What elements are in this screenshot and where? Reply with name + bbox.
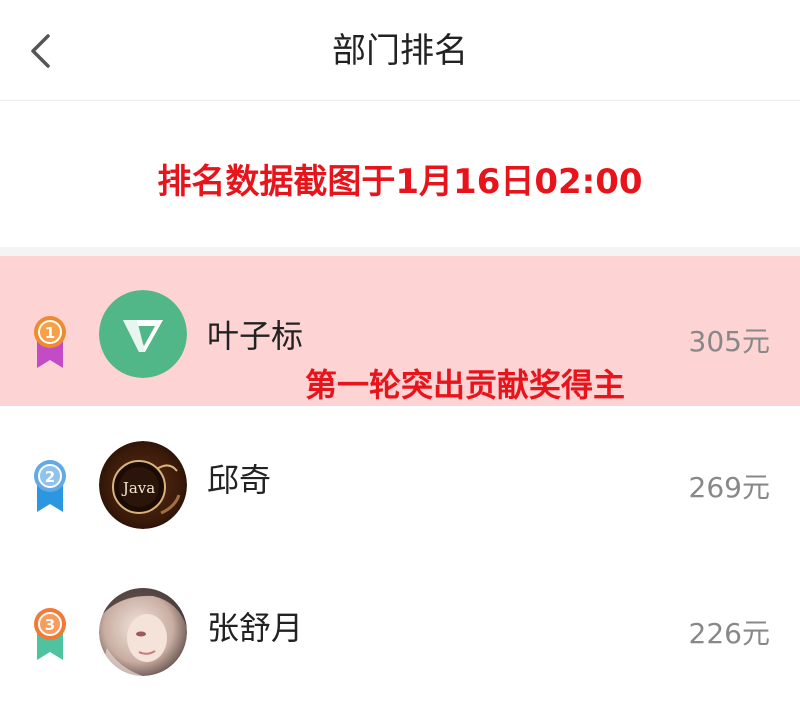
- member-name: 邱奇: [207, 461, 272, 499]
- notice-banner: 排名数据截图于1月16日02:00: [0, 101, 800, 247]
- medal-rank-2-icon: 2: [28, 456, 72, 514]
- medal-rank-number: 3: [45, 616, 55, 634]
- avatar[interactable]: [99, 588, 187, 676]
- ranking-row-3[interactable]: 3 张舒月 226元: [0, 560, 800, 710]
- medal-rank-3-icon: 3: [28, 604, 72, 662]
- member-amount: 269元: [688, 471, 770, 504]
- medal-rank-1-icon: 1: [28, 312, 72, 370]
- svg-text:Java: Java: [121, 479, 155, 497]
- medal-rank-number: 2: [45, 468, 55, 486]
- avatar[interactable]: [99, 290, 187, 378]
- notice-text: 排名数据截图于1月16日02:00: [157, 162, 643, 202]
- medal-rank-number: 1: [45, 324, 55, 342]
- nav-bar: 部门排名: [0, 0, 800, 101]
- member-amount: 226元: [688, 617, 770, 650]
- member-name: 张舒月: [207, 609, 304, 647]
- member-name: 叶子标: [207, 317, 304, 355]
- member-amount: 305元: [688, 325, 770, 358]
- avatar[interactable]: Java: [99, 441, 187, 529]
- ranking-row-2[interactable]: 2 Java 邱奇 269元: [0, 410, 800, 560]
- award-label: 第一轮突出贡献奖得主: [305, 366, 626, 404]
- divider: [0, 247, 800, 256]
- ranking-row-1[interactable]: 1 叶子标 305元 第一轮突出贡献奖得主: [0, 256, 800, 406]
- page-title: 部门排名: [332, 31, 468, 71]
